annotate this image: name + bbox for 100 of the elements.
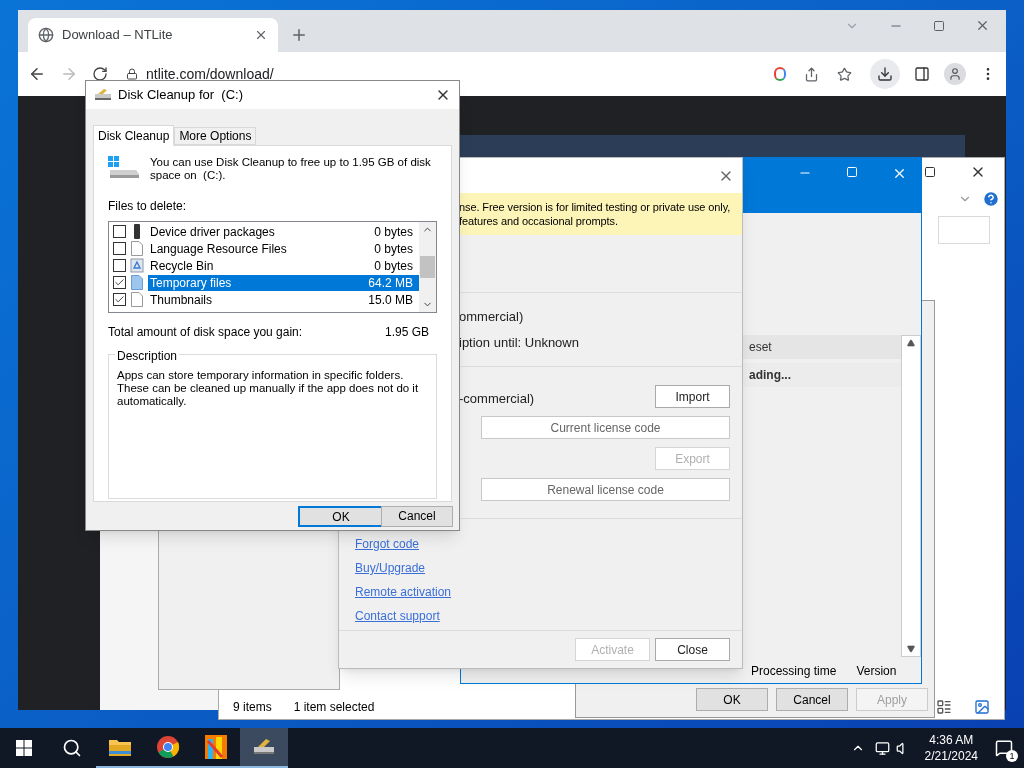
recycle-bin-icon (130, 258, 144, 273)
dialog-button[interactable]: Cancel (381, 505, 453, 527)
file-size: 64.2 MB (368, 274, 413, 292)
thumbnail-view-icon[interactable] (974, 699, 990, 715)
file-size: 0 bytes (374, 223, 413, 241)
notification-badge: 1 (1006, 750, 1018, 762)
file-size: 0 bytes (374, 257, 413, 275)
file-size: 0 bytes (374, 240, 413, 258)
item-count: 9 items (233, 699, 272, 716)
file-row[interactable]: Recycle Bin 0 bytes (148, 257, 419, 274)
list-header: eset (743, 335, 901, 359)
scroll-thumb[interactable] (420, 256, 435, 278)
intro-text: You can use Disk Cleanup to free up to 1.95 GB of disk space on (C:). (150, 156, 432, 182)
clock-time: 4:36 AM (929, 732, 974, 748)
file-row[interactable]: Temporary files 64.2 MB (148, 274, 419, 291)
url-text: ntlite.com/download/ (146, 64, 274, 84)
new-tab-icon[interactable] (290, 26, 308, 44)
reload-icon[interactable] (92, 66, 108, 82)
license-button[interactable]: Renewal license code (481, 478, 730, 501)
check-icon (114, 277, 125, 288)
notice-text: nse. Free version is for limited testing or private use only, (459, 200, 731, 214)
dialog-button[interactable]: Cancel (776, 688, 848, 711)
file-name: Device driver packages (150, 223, 275, 241)
windows-icon (16, 740, 32, 756)
download-icon (877, 66, 893, 82)
help-icon[interactable] (982, 190, 1000, 208)
file-row[interactable]: Thumbnails 15.0 MB (148, 291, 419, 308)
search-icon (62, 738, 82, 758)
clock-date: 2/21/2024 (924, 748, 978, 764)
dialog-button[interactable]: OK (298, 505, 384, 527)
close-icon[interactable] (254, 28, 268, 42)
tab[interactable]: Disk Cleanup (93, 125, 175, 146)
dialog-button[interactable]: Close (655, 638, 730, 661)
description-text: Apps can store temporary information in specific folders. These can be cleaned up manually if the app does not do it automatically. (117, 369, 420, 408)
license-button[interactable]: Import (655, 385, 730, 408)
taskbar-app[interactable] (240, 728, 288, 768)
link[interactable]: Contact support (355, 607, 440, 625)
person-icon (948, 67, 962, 81)
link[interactable]: Remote activation (355, 583, 452, 601)
check-icon (114, 294, 125, 305)
file-icon (131, 275, 143, 290)
file-name: Language Resource Files (150, 240, 287, 258)
dialog-button[interactable]: OK (696, 688, 768, 711)
license-button[interactable]: Current license code (481, 416, 730, 439)
tab[interactable]: More Options (174, 127, 257, 145)
file-icon (131, 292, 143, 307)
link[interactable]: Forgot code (355, 535, 420, 553)
side-panel-icon[interactable] (914, 66, 930, 82)
window-title: Disk Cleanup for (C:) (118, 86, 244, 105)
scroll-up-icon[interactable] (907, 339, 915, 347)
browser-tab[interactable]: Download – NTLite (28, 18, 278, 52)
globe-icon (38, 27, 54, 43)
file-size: 15.0 MB (368, 291, 413, 309)
selection-status: 1 item selected (293, 699, 375, 716)
license-info: ommercial) (459, 308, 525, 326)
share-icon[interactable] (804, 66, 819, 82)
download-button[interactable] (870, 59, 900, 89)
checkbox[interactable] (113, 293, 126, 306)
checkbox[interactable] (113, 276, 126, 289)
notification-icon (995, 739, 1013, 757)
scroll-down-icon[interactable] (907, 645, 915, 653)
maximize-icon[interactable] (924, 166, 936, 178)
checkbox[interactable] (113, 242, 126, 255)
total-label: Total amount of disk space you gain: (108, 324, 303, 341)
drive-icon (108, 156, 140, 180)
details-view-icon[interactable] (936, 699, 952, 715)
scrollbar[interactable] (419, 222, 436, 312)
network-icon[interactable] (874, 740, 890, 756)
checkbox[interactable] (113, 259, 126, 272)
checkbox[interactable] (113, 225, 126, 238)
scrollbar[interactable] (901, 335, 921, 657)
back-icon[interactable] (28, 65, 46, 83)
file-row[interactable]: Device driver packages 0 bytes (148, 223, 419, 240)
column-header[interactable]: Version (856, 662, 897, 680)
license-info: iption until: Unknown (459, 333, 580, 352)
folder-icon (108, 737, 132, 757)
link[interactable]: Buy/Upgrade (355, 559, 426, 577)
edition-label: -commercial) (459, 390, 535, 408)
tab-title: Download – NTLite (62, 26, 174, 45)
column-header[interactable]: Processing time (751, 662, 837, 680)
lock-icon (126, 68, 138, 80)
bookmark-star-icon[interactable] (837, 66, 852, 82)
app-icon (205, 735, 227, 759)
profile-avatar[interactable] (944, 63, 966, 85)
file-name: Thumbnails (150, 291, 213, 309)
file-name: Temporary files (150, 274, 232, 292)
files-label: Files to delete: (108, 198, 188, 215)
total-value: 1.95 GB (384, 324, 429, 341)
drive-icon (132, 224, 142, 239)
disk-cleanup-icon (252, 737, 276, 757)
browser-icon (156, 735, 180, 759)
list-row[interactable]: ading... (743, 363, 901, 387)
disk-cleanup-icon (94, 88, 112, 102)
clock[interactable]: 4:36 AM 2/21/2024 (918, 732, 984, 764)
file-row[interactable]: Language Resource Files 0 bytes (148, 240, 419, 257)
notice-text: features and occasional prompts. (459, 214, 618, 228)
search-field[interactable] (938, 216, 990, 244)
file-icon (131, 241, 143, 256)
notification-button[interactable]: 1 (984, 728, 1024, 768)
file-name: Recycle Bin (150, 257, 214, 275)
